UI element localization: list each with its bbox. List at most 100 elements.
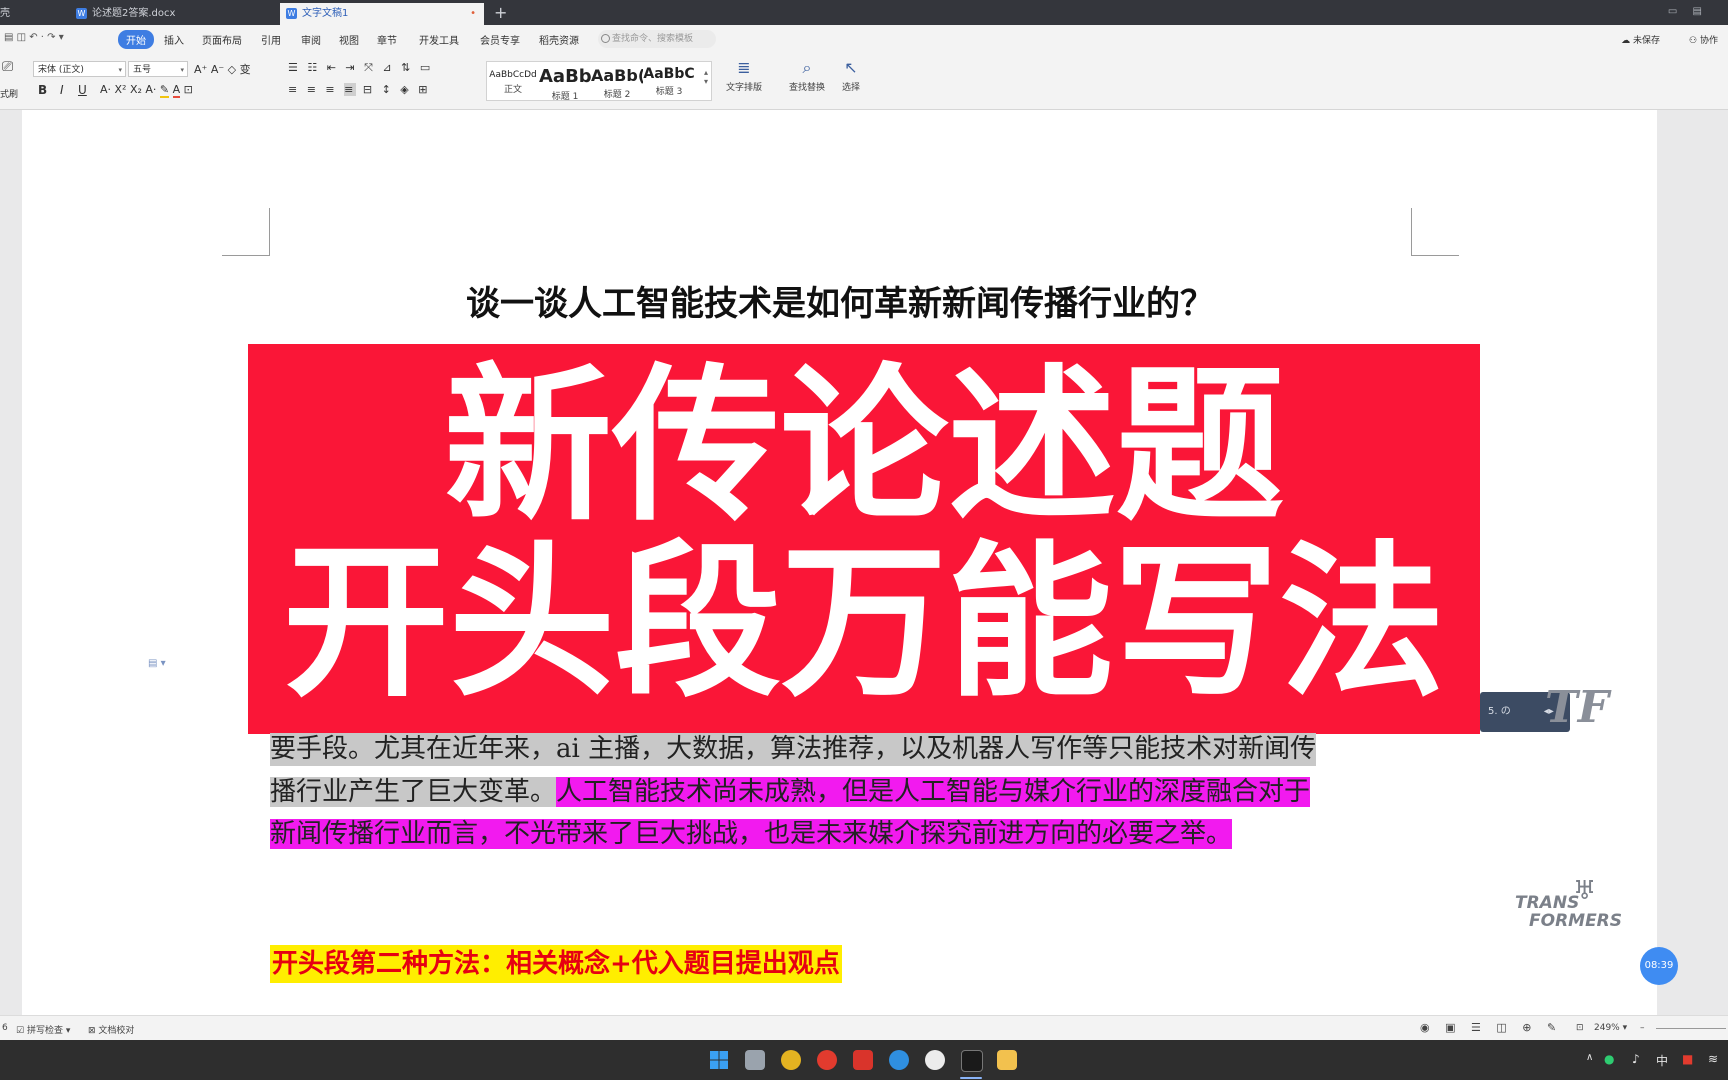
zoom-out-button[interactable]: – bbox=[1640, 1023, 1645, 1033]
tray-chevron-icon[interactable]: ∧ bbox=[1586, 1052, 1593, 1063]
paragraph-marker-icon[interactable]: ▤ ▾ bbox=[148, 658, 166, 669]
style-heading2-preview: AaBb( bbox=[591, 66, 643, 85]
method-heading: 开头段第二种方法：相关概念+代入题目提出观点 bbox=[270, 945, 842, 983]
netease-music-icon[interactable] bbox=[817, 1050, 837, 1070]
style-heading1-name: 标题 1 bbox=[551, 92, 579, 102]
search-placeholder: 查找命令、搜索模板 bbox=[612, 34, 694, 44]
menu-home[interactable]: 开始 bbox=[118, 30, 154, 49]
font-name-select[interactable]: 宋体 (正文) ▾ bbox=[33, 61, 126, 77]
crop-mark-top-right bbox=[1411, 208, 1459, 256]
wps-writer-icon[interactable] bbox=[961, 1050, 983, 1072]
collab-label: 协作 bbox=[1699, 36, 1718, 46]
quick-access-icons[interactable]: ▤ ◫ ↶ · ↷ ▾ bbox=[4, 32, 64, 43]
menu-review[interactable]: 审阅 bbox=[301, 32, 321, 47]
style-heading3[interactable]: AaBbC 标题 3 bbox=[643, 62, 695, 102]
browser-360-icon[interactable] bbox=[781, 1050, 801, 1070]
command-search-input[interactable]: 查找命令、搜索模板 bbox=[598, 30, 716, 48]
style-heading2[interactable]: AaBb(标题 2 bbox=[591, 62, 643, 102]
paragraph-line-2-pink: 人工智能技术尚未成熟，但是人工智能与媒介行业的深度融合对于 bbox=[556, 777, 1311, 807]
tab-answer-doc[interactable]: W 论述题2答案.docx bbox=[70, 3, 275, 25]
tf-logo: TF bbox=[1545, 682, 1609, 733]
text-layout-label: 文字排版 bbox=[726, 83, 763, 93]
select-label: 选择 bbox=[842, 83, 861, 93]
italic-icon[interactable]: I bbox=[60, 83, 64, 97]
title-banner: 新传论述题 开头段万能写法 bbox=[248, 344, 1480, 734]
menu-dev-tools[interactable]: 开发工具 bbox=[419, 32, 459, 47]
qq-icon[interactable] bbox=[925, 1050, 945, 1070]
style-gallery: AaBbCcDd 正文 AaBb 标题 1 AaBb(标题 2 AaBbC 标题 3 … bbox=[486, 61, 712, 102]
zoom-select[interactable]: 249% ▾ bbox=[1594, 1023, 1627, 1033]
document-title: 谈一谈人工智能技术是如何革新新闻传播行业的？ bbox=[466, 284, 1214, 324]
list-indent-icons[interactable]: ☰ ☷ ⇤ ⇥ ⤧ ⊿ ⇅ ▭ bbox=[288, 61, 433, 75]
watermark-line-1: TRANS bbox=[1515, 893, 1580, 913]
menu-page-layout[interactable]: 页面布局 bbox=[202, 32, 242, 47]
tab-close-icon[interactable]: • bbox=[470, 3, 476, 25]
wechat-tray-icon[interactable]: ● bbox=[1604, 1052, 1614, 1066]
text-layout-icon: ≣ bbox=[737, 58, 751, 77]
banner-line-2: 开头段万能写法 bbox=[283, 527, 1445, 720]
new-tab-button[interactable]: + bbox=[494, 2, 507, 24]
paragraph-align-icons[interactable]: ≡ ≡ ≡ ≡ ⊟ ↕ ◈ ⊞ bbox=[288, 83, 430, 96]
paragraph-line-3-pink: 新闻传播行业而言，不光带来了巨大挑战，也是未来媒介探究前进方向的必要之举。 bbox=[270, 819, 1233, 849]
paragraph-line-2: 播行业产生了巨大变革。人工智能技术尚未成熟，但是人工智能与媒介行业的深度融合对于 bbox=[270, 776, 1311, 809]
tab-partial-label: 壳 bbox=[0, 8, 10, 19]
active-app-indicator bbox=[960, 1077, 982, 1079]
menu-docer[interactable]: 稻壳资源 bbox=[539, 32, 579, 47]
task-view-icon[interactable] bbox=[745, 1050, 765, 1070]
search-icon bbox=[601, 34, 610, 43]
wifi-icon[interactable]: ≋ bbox=[1708, 1052, 1718, 1066]
tab-text-doc[interactable]: W 文字文稿1 • bbox=[280, 3, 484, 25]
style-heading1-preview: AaBb bbox=[539, 66, 591, 87]
menu-chapter[interactable]: 章节 bbox=[377, 32, 397, 47]
ime-indicator[interactable]: 中 bbox=[1656, 1052, 1668, 1069]
tab-answer-doc-label: 论述题2答案.docx bbox=[92, 8, 176, 19]
menu-bar: ▤ ◫ ↶ · ↷ ▾ 开始 插入 页面布局 引用 审阅 视图 章节 开发工具 … bbox=[0, 25, 1728, 53]
file-explorer-icon[interactable] bbox=[997, 1050, 1017, 1070]
transformers-watermark: ♅ TRANS FORMERS bbox=[1515, 878, 1622, 934]
style-heading1[interactable]: AaBb 标题 1 bbox=[539, 62, 591, 102]
style-normal[interactable]: AaBbCcDd 正文 bbox=[487, 62, 539, 102]
tray-app-icon[interactable]: ■ bbox=[1682, 1052, 1693, 1066]
edge-icon[interactable] bbox=[889, 1050, 909, 1070]
underline-icon[interactable]: U bbox=[78, 83, 87, 97]
recording-timer[interactable]: 08:39 bbox=[1640, 947, 1678, 985]
font-size-adjust-icons[interactable]: A⁺ A⁻ ◇ 变 bbox=[194, 61, 251, 77]
bold-icon[interactable]: B bbox=[38, 83, 47, 97]
menu-member[interactable]: 会员专享 bbox=[480, 32, 520, 47]
find-replace-button[interactable]: ⌕ 查找替换 bbox=[789, 58, 825, 93]
mic-icon[interactable]: ♪ bbox=[1632, 1052, 1640, 1066]
cloud-save-status[interactable]: ☁ 未保存 bbox=[1621, 33, 1660, 46]
select-button[interactable]: ↖ 选择 bbox=[842, 58, 860, 93]
ribbon-toolbar: ⎚ 式刷 宋体 (正文) ▾ 五号 ▾ A⁺ A⁻ ◇ 变 B I U A· X² … bbox=[0, 53, 1728, 110]
overlay-panel-text: 5. の bbox=[1488, 706, 1511, 717]
chevron-down-icon: ▾ bbox=[180, 66, 184, 74]
menu-insert[interactable]: 插入 bbox=[164, 32, 184, 47]
spell-check-button[interactable]: ☑ 拼写检查 ▾ bbox=[16, 1023, 70, 1036]
wps-icon[interactable] bbox=[853, 1050, 873, 1070]
spell-check-label: 拼写检查 bbox=[26, 1026, 63, 1036]
windows-start-icon[interactable] bbox=[709, 1050, 729, 1070]
magnifier-icon: ⌕ bbox=[802, 58, 812, 77]
window-controls[interactable]: ▭ ▤ bbox=[1668, 6, 1708, 17]
tab-bar: 壳 W 论述题2答案.docx W 文字文稿1 • + ▭ ▤ bbox=[0, 0, 1728, 25]
text-layout-button[interactable]: ≣ 文字排版 bbox=[726, 58, 762, 93]
crop-mark-top-left bbox=[222, 208, 270, 256]
menu-references[interactable]: 引用 bbox=[261, 32, 281, 47]
view-mode-icons[interactable]: ◉ ▣ ☰ ◫ ⊕ ✎ bbox=[1420, 1021, 1562, 1034]
font-size-select[interactable]: 五号 ▾ bbox=[128, 61, 188, 77]
paragraph-line-3: 新闻传播行业而言，不光带来了巨大挑战，也是未来媒介探究前进方向的必要之举。 bbox=[270, 818, 1233, 851]
zoom-slider[interactable] bbox=[1656, 1028, 1726, 1029]
style-gallery-more-icon[interactable]: ▴ ▾ bbox=[704, 68, 708, 86]
doc-proof-button[interactable]: ⊠ 文档校对 bbox=[88, 1023, 134, 1036]
wps-doc-icon: W bbox=[286, 8, 297, 19]
text-effects-icons[interactable]: A· X² X₂ A· ✎ A ⊡ bbox=[100, 83, 193, 98]
fit-page-icon[interactable]: ⊡ bbox=[1576, 1023, 1584, 1033]
collab-button[interactable]: ⚇ 协作 bbox=[1689, 33, 1718, 46]
format-painter-icon[interactable]: ⎚ bbox=[2, 59, 13, 75]
tab-partial[interactable]: 壳 bbox=[0, 3, 66, 25]
taskbar: ∧ ● ♪ 中 ■ ≋ bbox=[0, 1040, 1728, 1080]
style-heading3-preview: AaBbC bbox=[643, 66, 695, 82]
zoom-value: 249% bbox=[1594, 1023, 1620, 1033]
menu-view[interactable]: 视图 bbox=[339, 32, 359, 47]
style-normal-name: 正文 bbox=[503, 85, 522, 95]
